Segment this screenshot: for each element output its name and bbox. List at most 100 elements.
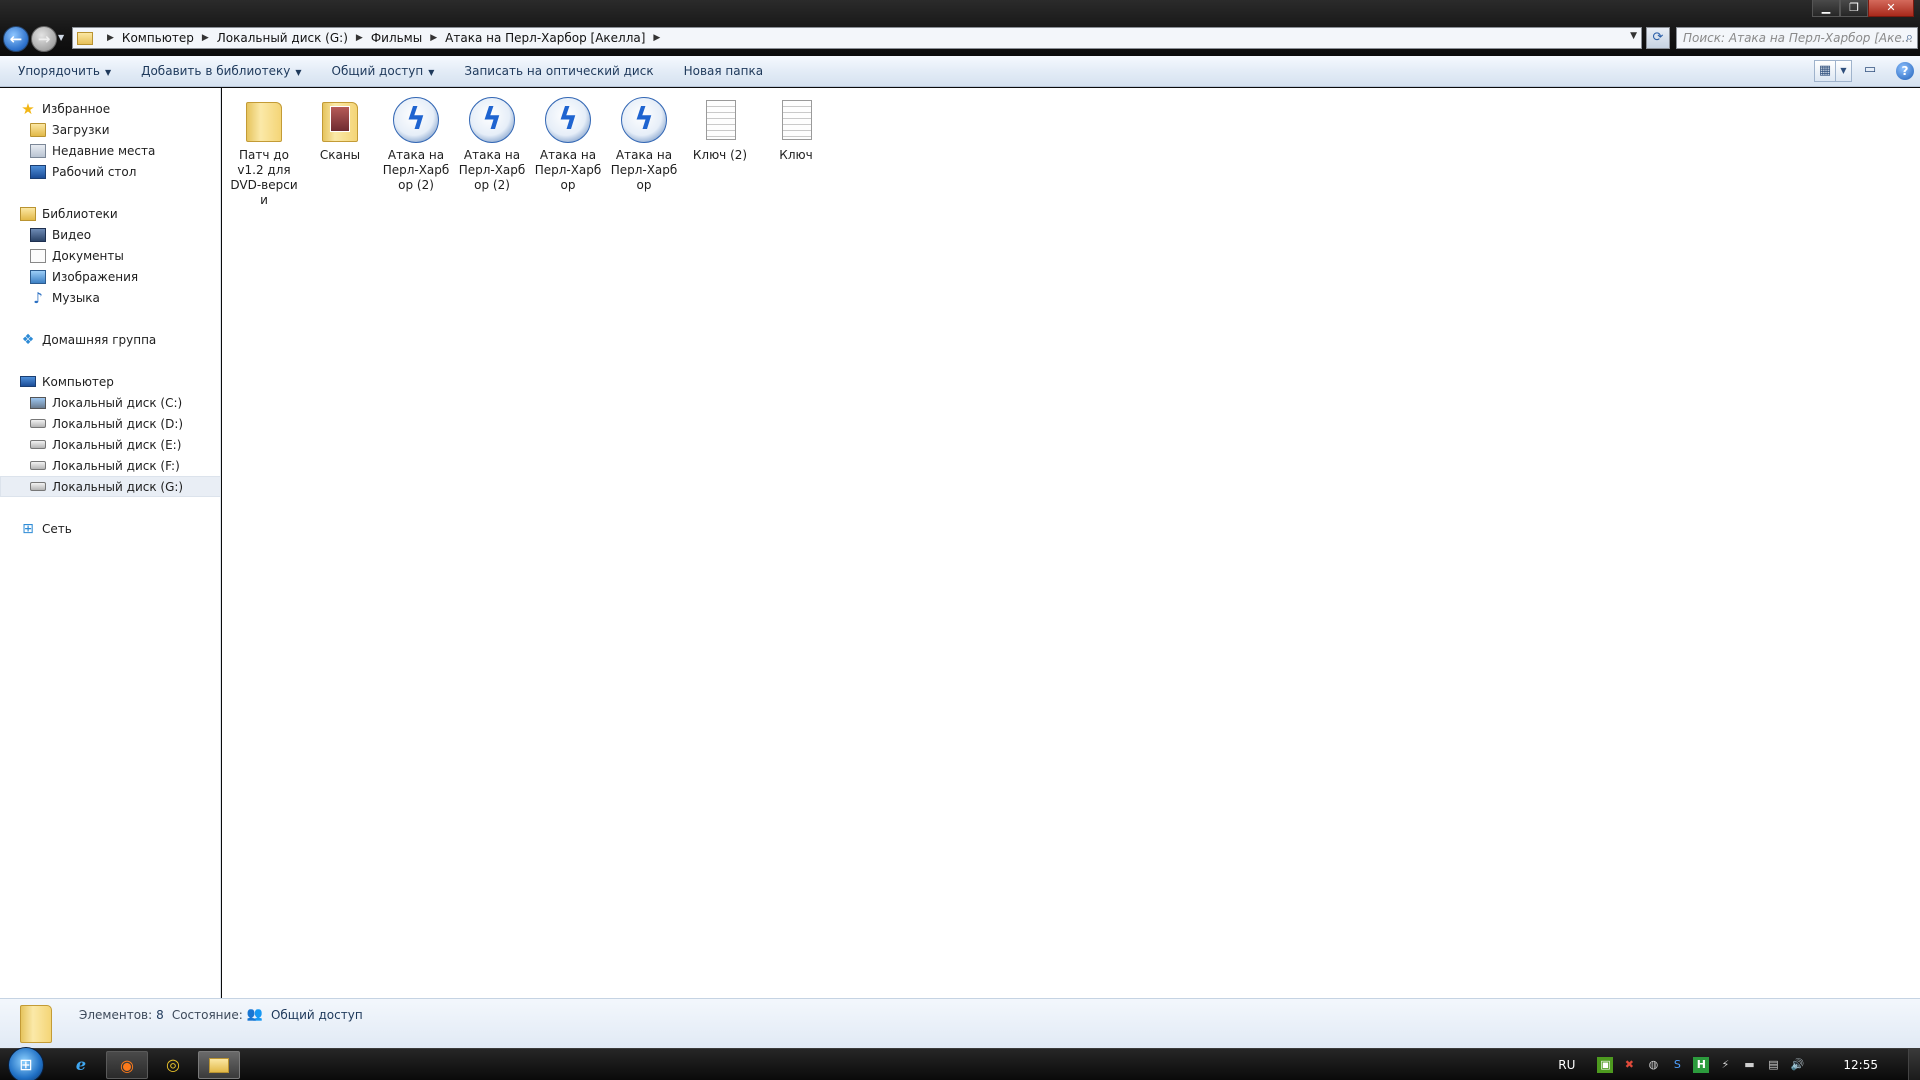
sidebar-item-drive-g[interactable]: Локальный диск (G:) xyxy=(0,476,221,497)
taskbar-explorer[interactable] xyxy=(198,1051,240,1079)
chevron-right-icon[interactable]: ▶ xyxy=(202,33,209,43)
sidebar-item-video[interactable]: Видео xyxy=(0,224,221,245)
speaker-tray-icon[interactable]: ◍ xyxy=(1645,1057,1661,1073)
sidebar-item-label: Локальный диск (G:) xyxy=(52,479,184,494)
libraries-icon xyxy=(20,206,36,221)
recent-pages-dropdown[interactable]: ▼ xyxy=(58,33,64,42)
taskbar: ⊞ e ◉ ◎ RU ▣ ✖ ◍ S H ⚡ ▬ ▤ 🔊 12:55 xyxy=(0,1047,1920,1080)
share-button[interactable]: Общий доступ ▼ xyxy=(332,64,435,78)
sidebar-item-documents[interactable]: Документы xyxy=(0,245,221,266)
drive-tray-icon[interactable]: ▬ xyxy=(1741,1057,1757,1073)
start-button[interactable]: ⊞ xyxy=(8,1047,44,1080)
search-icon[interactable]: ⌕ xyxy=(1906,28,1913,48)
breadcrumb-films[interactable]: Фильмы xyxy=(371,31,422,45)
new-folder-button[interactable]: Новая папка xyxy=(684,64,763,78)
sidebar-item-label: Рабочий стол xyxy=(52,164,137,179)
chevron-right-icon[interactable]: ▶ xyxy=(653,33,660,43)
show-desktop-button[interactable] xyxy=(1908,1049,1920,1080)
taskbar-firefox[interactable]: ◉ xyxy=(106,1051,148,1079)
file-item[interactable]: Ключ xyxy=(758,96,834,163)
sidebar-item-downloads[interactable]: Загрузки xyxy=(0,119,221,140)
skype-icon[interactable]: S xyxy=(1669,1057,1685,1073)
organize-button[interactable]: Упорядочить ▼ xyxy=(18,64,111,78)
sidebar-item-homegroup[interactable]: ❖ Домашняя группа xyxy=(0,329,221,350)
nvidia-icon[interactable]: ▣ xyxy=(1597,1057,1614,1073)
text-file-icon xyxy=(696,96,744,144)
taskbar-chrome[interactable]: ◎ xyxy=(152,1051,194,1079)
minimize-button[interactable]: ▁ xyxy=(1812,0,1840,17)
refresh-button[interactable]: ⟳ xyxy=(1646,27,1670,49)
sidebar-item-desktop[interactable]: Рабочий стол xyxy=(0,161,221,182)
folder-icon xyxy=(77,31,93,45)
file-item[interactable]: ϟ Атака на Перл-Харб ор (2) xyxy=(454,96,530,193)
chevron-right-icon[interactable]: ▶ xyxy=(430,33,437,43)
downloads-folder-icon xyxy=(30,122,46,137)
file-item[interactable]: ϟ Атака на Перл-Харб ор xyxy=(606,96,682,193)
file-list: Патч до v1.2 для DVD-верси и Сканы ϟ Ата… xyxy=(222,88,1920,998)
file-name: Ключ (2) xyxy=(692,148,748,162)
file-name: Атака на Перл-Харб ор (2) xyxy=(382,148,450,192)
forward-button[interactable]: → xyxy=(31,26,57,52)
file-item[interactable]: Ключ (2) xyxy=(682,96,758,163)
back-button[interactable]: ← xyxy=(3,26,29,52)
homegroup-icon: ❖ xyxy=(21,331,35,348)
sidebar-item-favorites[interactable]: ★ Избранное xyxy=(0,98,221,119)
items-count: 8 xyxy=(156,1007,164,1022)
burn-button[interactable]: Записать на оптический диск xyxy=(464,64,653,78)
sidebar-item-network[interactable]: ⊞ Сеть xyxy=(0,518,221,539)
sidebar-item-drive-e[interactable]: Локальный диск (E:) xyxy=(0,434,221,455)
address-history-dropdown[interactable]: ▼ xyxy=(1630,31,1637,41)
file-item[interactable]: ϟ Атака на Перл-Харб ор xyxy=(530,96,606,193)
sidebar-item-music[interactable]: ♪ Музыка xyxy=(0,287,221,308)
sidebar-item-label: Документы xyxy=(52,248,124,263)
shared-users-icon: 👥 xyxy=(246,1007,263,1022)
clock[interactable]: 12:55 xyxy=(1843,1058,1878,1072)
breadcrumb-computer[interactable]: Компьютер xyxy=(122,31,194,45)
security-flag-icon[interactable]: ✖ xyxy=(1621,1057,1637,1073)
file-name: Ключ xyxy=(779,148,813,162)
documents-icon xyxy=(30,248,46,263)
sidebar-item-drive-c[interactable]: Локальный диск (C:) xyxy=(0,392,221,413)
sidebar-item-libraries[interactable]: Библиотеки xyxy=(0,203,221,224)
breadcrumb-current-folder[interactable]: Атака на Перл-Харбор [Акелла] xyxy=(445,31,645,45)
maximize-button[interactable]: ❐ xyxy=(1840,0,1868,17)
view-icon: ▦ xyxy=(1818,63,1832,78)
search-input[interactable]: Поиск: Атака на Перл-Харбор [Аке... ⌕ xyxy=(1676,27,1918,49)
add-to-library-button[interactable]: Добавить в библиотеку ▼ xyxy=(141,64,301,78)
daemon-tools-image-icon: ϟ xyxy=(468,96,516,144)
computer-icon xyxy=(20,376,36,387)
network-tray-icon[interactable]: ▤ xyxy=(1765,1057,1781,1073)
details-pane: Элементов: 8 Состояние: 👥 Общий доступ xyxy=(0,998,1920,1048)
sidebar-item-recent-places[interactable]: Недавние места xyxy=(0,140,221,161)
h-app-icon[interactable]: H xyxy=(1693,1057,1710,1073)
file-item[interactable]: Патч до v1.2 для DVD-верси и xyxy=(226,96,302,208)
internet-explorer-icon: e xyxy=(75,1055,87,1074)
sidebar-item-pictures[interactable]: Изображения xyxy=(0,266,221,287)
sidebar-item-computer[interactable]: Компьютер xyxy=(0,371,221,392)
file-item[interactable]: Сканы xyxy=(302,96,378,163)
address-bar[interactable]: ▶ Компьютер ▶ Локальный диск (G:) ▶ Филь… xyxy=(72,27,1642,49)
close-button[interactable]: ✕ xyxy=(1868,0,1914,17)
volume-icon[interactable]: 🔊 xyxy=(1789,1057,1805,1073)
preview-pane-icon: ▭ xyxy=(1863,62,1877,77)
refresh-icon: ⟳ xyxy=(1652,30,1664,45)
chrome-icon: ◎ xyxy=(166,1055,180,1074)
sidebar-item-label: Локальный диск (E:) xyxy=(52,437,182,452)
chevron-down-icon: ▼ xyxy=(1840,66,1847,75)
desktop-icon xyxy=(30,164,46,179)
sidebar-item-drive-f[interactable]: Локальный диск (F:) xyxy=(0,455,221,476)
file-item[interactable]: ϟ Атака на Перл-Харб ор (2) xyxy=(378,96,454,193)
chevron-right-icon[interactable]: ▶ xyxy=(356,33,363,43)
recent-places-icon xyxy=(30,143,46,158)
usb-icon[interactable]: ⚡ xyxy=(1717,1057,1733,1073)
view-options-dropdown[interactable]: ▼ xyxy=(1836,60,1852,82)
change-view-button[interactable]: ▦ xyxy=(1814,60,1836,82)
chevron-right-icon[interactable]: ▶ xyxy=(107,33,114,43)
system-drive-icon xyxy=(30,396,46,409)
preview-pane-button[interactable]: ▭ xyxy=(1858,60,1882,82)
breadcrumb-drive-g[interactable]: Локальный диск (G:) xyxy=(217,31,348,45)
help-button[interactable]: ? xyxy=(1896,62,1914,80)
taskbar-internet-explorer[interactable]: e xyxy=(60,1051,102,1079)
language-indicator[interactable]: RU xyxy=(1558,1058,1575,1072)
sidebar-item-drive-d[interactable]: Локальный диск (D:) xyxy=(0,413,221,434)
